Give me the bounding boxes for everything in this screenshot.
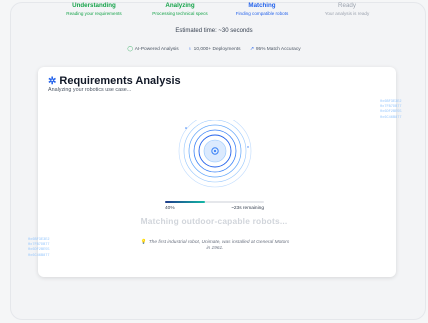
step-title: Ready xyxy=(338,2,356,9)
card-title: ✲ Requirements Analysis xyxy=(48,75,181,87)
hex-value: 0x6DF2BE55 xyxy=(28,248,50,253)
card-title-text: Requirements Analysis xyxy=(59,75,181,87)
trend-icon: ↗ xyxy=(249,47,254,52)
target-icon: ◯ xyxy=(127,47,133,52)
stat-accuracy: ↗ 95% Match Accuracy xyxy=(250,47,301,52)
estimated-time: Estimated time: ~30 seconds xyxy=(175,28,253,34)
step-subtitle: Your analysis is ready xyxy=(324,11,370,16)
hex-value: 0x6C46B877 xyxy=(380,115,402,120)
stats-row: ◯ AI-Powered Analysis ♁ 10,000+ Deployment… xyxy=(0,47,428,52)
status-text: Matching outdoor-capable robots... xyxy=(140,216,288,226)
progress-percent: 40% xyxy=(165,206,175,211)
fun-fact-text: The first industrial robot, Unimate, was… xyxy=(148,240,290,251)
lightbulb-icon: 💡 xyxy=(140,240,147,245)
users-icon: ♁ xyxy=(188,47,192,52)
card-subtitle: Analyzing your robotics use case... xyxy=(48,87,132,93)
time-remaining: ~23s remaining xyxy=(231,206,264,211)
progress-bar-fill xyxy=(165,201,205,203)
stat-deployments: ♁ 10,000+ Deployments xyxy=(188,47,242,52)
orbit-dot xyxy=(247,146,249,148)
network-icon: ✲ xyxy=(48,76,57,87)
orbit-dot xyxy=(185,127,187,129)
progress-steps: Understanding Reading your requirements … xyxy=(0,2,428,20)
hex-stream-left: 0x6BF3E3E2 0x7FB7DB77 0x6DF2BE55 0x6C46B… xyxy=(28,238,50,259)
hex-value: 0x6C46B877 xyxy=(28,253,50,258)
stat-ai: ◯ AI-Powered Analysis xyxy=(127,47,180,52)
hex-stream-right: 0x6BF3E3E2 0x7FB7DB77 0x6DF2BE55 0x6C46B… xyxy=(380,100,402,121)
step-ready: Ready Your analysis is ready xyxy=(292,2,402,17)
progress-bar xyxy=(165,201,264,203)
fun-fact: 💡 The first industrial robot, Unimate, wa… xyxy=(140,240,290,252)
stat-ai-label: AI-Powered Analysis xyxy=(134,47,179,52)
scanning-animation xyxy=(178,120,252,188)
stat-accuracy-label: 95% Match Accuracy xyxy=(255,47,301,52)
stat-deployments-label: 10,000+ Deployments xyxy=(193,47,241,52)
hex-value: 0x6DF2BE55 xyxy=(380,110,402,115)
